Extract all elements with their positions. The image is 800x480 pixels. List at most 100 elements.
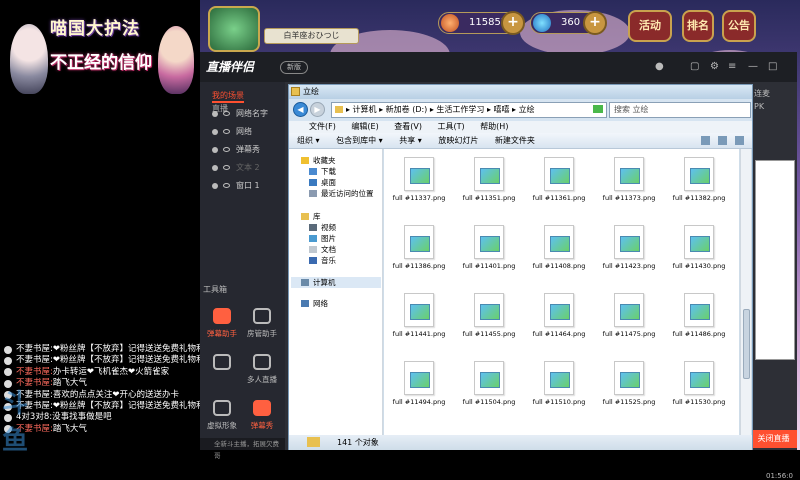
nav-downloads[interactable]: 下载: [309, 166, 336, 177]
file-item[interactable]: full #11510.png: [526, 353, 592, 417]
control-label[interactable]: 连麦: [754, 88, 770, 99]
file-item[interactable]: full #11441.png: [386, 285, 452, 349]
scrollbar-thumb[interactable]: [743, 309, 750, 379]
file-item[interactable]: full #11361.png: [526, 149, 592, 213]
eye-icon[interactable]: [223, 147, 230, 152]
player-avatar[interactable]: [208, 6, 260, 52]
file-item[interactable]: full #11430.png: [666, 217, 732, 281]
file-item[interactable]: full #11530.png: [666, 353, 732, 417]
nav-network[interactable]: 网络: [301, 298, 328, 309]
view-mode-icon[interactable]: [701, 136, 710, 145]
file-item[interactable]: full #11423.png: [596, 217, 662, 281]
notice-button[interactable]: 公告: [722, 10, 756, 42]
help-icon[interactable]: [735, 136, 744, 145]
version-badge[interactable]: 新版: [280, 61, 308, 74]
file-item[interactable]: full #11455.png: [456, 285, 522, 349]
add-gold-button[interactable]: +: [501, 11, 525, 35]
virtual-avatar-tool[interactable]: 虚拟形象: [204, 400, 240, 431]
lock-icon[interactable]: [212, 146, 218, 153]
file-item[interactable]: full #11408.png: [526, 217, 592, 281]
nav-desktop[interactable]: 桌面: [309, 177, 336, 188]
refresh-icon[interactable]: [593, 105, 603, 113]
menu-icon[interactable]: ≡: [728, 61, 736, 72]
image-file-icon: [544, 293, 574, 327]
eye-icon[interactable]: [223, 183, 230, 188]
maximize-icon[interactable]: □: [768, 61, 777, 72]
scene-item[interactable]: 网络: [212, 126, 252, 137]
file-item[interactable]: full #11337.png: [386, 149, 452, 213]
file-item[interactable]: full #11525.png: [596, 353, 662, 417]
vertical-scrollbar[interactable]: [740, 149, 751, 435]
add-gems-button[interactable]: +: [583, 11, 607, 35]
scene-item[interactable]: 文本 2: [212, 162, 260, 173]
chat-username: 不妻书屋:: [16, 366, 53, 377]
lock-icon[interactable]: [212, 110, 218, 117]
include-library-button[interactable]: 包含到库中 ▾: [336, 133, 383, 149]
activity-button[interactable]: 活动: [628, 10, 672, 42]
document-icon: [309, 246, 317, 253]
tab-my-scenes[interactable]: 我的场景: [212, 90, 244, 103]
file-name: full #11464.png: [532, 330, 586, 338]
organize-button[interactable]: 组织 ▾: [297, 133, 320, 149]
file-item[interactable]: full #11464.png: [526, 285, 592, 349]
nav-favorites[interactable]: 收藏夹: [301, 155, 336, 166]
rank-button[interactable]: 排名: [682, 10, 714, 42]
file-item[interactable]: full #11351.png: [456, 149, 522, 213]
nav-library[interactable]: 库: [301, 211, 321, 222]
file-item[interactable]: full #11486.png: [666, 285, 732, 349]
preview-pane-icon[interactable]: [718, 136, 727, 145]
scene-item[interactable]: 网络名字: [212, 108, 268, 119]
file-item[interactable]: full #11504.png: [456, 353, 522, 417]
settings-icon[interactable]: ⚙: [710, 61, 719, 72]
back-button[interactable]: ◀: [293, 102, 308, 117]
avatar-icon[interactable]: ●: [655, 61, 664, 72]
forward-button[interactable]: ▶: [310, 102, 325, 117]
menu-view[interactable]: 查看(V): [394, 121, 422, 133]
scene-item[interactable]: 窗口 1: [212, 180, 260, 191]
nav-documents[interactable]: 文档: [309, 244, 336, 255]
eye-icon[interactable]: [223, 111, 230, 116]
file-name: full #11504.png: [462, 398, 516, 406]
file-name: full #11386.png: [392, 262, 446, 270]
lock-icon[interactable]: [212, 182, 218, 189]
eye-icon[interactable]: [223, 129, 230, 134]
search-input[interactable]: 搜索 立绘: [609, 102, 751, 118]
minimize-icon[interactable]: —: [748, 61, 758, 72]
message-icon[interactable]: ▢: [690, 61, 699, 72]
recent-places-icon: [309, 190, 317, 197]
multi-live-tool[interactable]: 多人直播: [244, 354, 280, 385]
nav-music[interactable]: 音乐: [309, 255, 336, 266]
file-item[interactable]: full #11494.png: [386, 353, 452, 417]
menu-help[interactable]: 帮助(H): [480, 121, 508, 133]
gem-counter: 360 +: [530, 11, 607, 35]
file-item[interactable]: full #11382.png: [666, 149, 732, 213]
nav-computer[interactable]: 计算机: [291, 277, 381, 288]
menu-file[interactable]: 文件(F): [309, 121, 336, 133]
nav-recent[interactable]: 最近访问的位置: [309, 188, 374, 199]
lock-icon[interactable]: [212, 128, 218, 135]
scene-item[interactable]: 弹幕秀: [212, 144, 260, 155]
menu-edit[interactable]: 编辑(E): [351, 121, 378, 133]
breadcrumb[interactable]: ▸ 计算机 ▸ 新加卷 (D:) ▸ 生活工作学习 ▸ 嘻嘻 ▸ 立绘: [331, 102, 607, 118]
file-item[interactable]: full #11373.png: [596, 149, 662, 213]
lock-icon[interactable]: [212, 164, 218, 171]
stop-live-button[interactable]: 关闭直播: [750, 430, 797, 448]
show-icon: [253, 400, 271, 416]
slideshow-button[interactable]: 放映幻灯片: [438, 133, 478, 149]
chat-text: 没事找事做是吧: [52, 412, 112, 423]
eye-icon[interactable]: [223, 165, 230, 170]
file-item[interactable]: full #11475.png: [596, 285, 662, 349]
menu-tools[interactable]: 工具(T): [438, 121, 465, 133]
file-item[interactable]: full #11401.png: [456, 217, 522, 281]
control-label[interactable]: PK: [754, 102, 764, 111]
danmaku-show-tool[interactable]: 弹幕秀: [244, 400, 280, 431]
new-folder-button[interactable]: 新建文件夹: [495, 133, 535, 149]
room-admin-tool[interactable]: 房管助手: [244, 308, 280, 339]
nav-videos[interactable]: 视频: [309, 222, 336, 233]
danmaku-assistant-tool[interactable]: 弹幕助手: [204, 308, 240, 339]
file-item[interactable]: full #11386.png: [386, 217, 452, 281]
music-tool[interactable]: [204, 354, 240, 374]
share-button[interactable]: 共享 ▾: [399, 133, 422, 149]
danmaku-icon: [213, 308, 231, 324]
nav-pictures[interactable]: 图片: [309, 233, 336, 244]
